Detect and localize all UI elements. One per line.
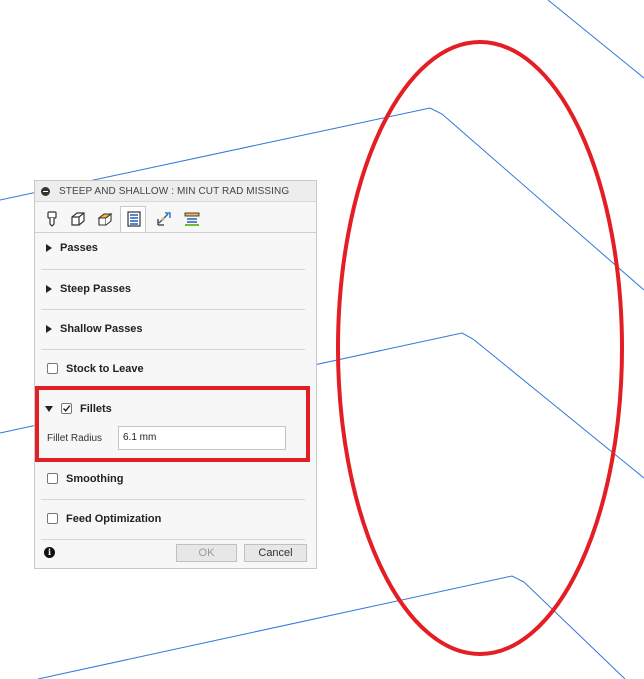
smoothing-checkbox[interactable] [47,473,58,484]
expand-triangle-icon[interactable] [46,244,52,252]
section-steep-passes[interactable]: Steep Passes [41,270,305,310]
toolpath-line-top-right [547,0,644,79]
annotation-ellipse [336,40,624,656]
heights-icon [97,212,113,226]
section-feed-optimization-label: Feed Optimization [66,513,162,525]
multiaxis-icon [184,212,200,226]
section-passes[interactable]: Passes [41,234,305,270]
info-icon[interactable]: i [44,547,55,558]
section-shallow-passes[interactable]: Shallow Passes [41,310,305,350]
tab-multiaxis[interactable] [179,207,205,231]
geometry-icon [71,212,85,226]
dialog-tab-bar [35,203,316,233]
tab-linking[interactable] [151,207,177,231]
collapse-dialog-icon[interactable] [41,187,50,196]
ok-button[interactable]: OK [176,544,237,562]
expand-triangle-icon[interactable] [46,325,52,333]
section-steep-passes-label: Steep Passes [60,283,131,295]
section-smoothing-label: Smoothing [66,473,124,485]
operation-dialog: STEEP AND SHALLOW : MIN CUT RAD MISSING [34,180,317,569]
stock-to-leave-checkbox[interactable] [47,363,58,374]
annotation-highlight-box [35,386,310,462]
section-stock-to-leave-label: Stock to Leave [66,363,144,375]
section-stock-to-leave[interactable]: Stock to Leave [41,350,305,390]
tab-passes[interactable] [120,206,146,232]
expand-triangle-icon[interactable] [46,285,52,293]
section-smoothing[interactable]: Smoothing [41,460,305,500]
feed-optimization-checkbox[interactable] [47,513,58,524]
cancel-button[interactable]: Cancel [244,544,307,562]
dialog-titlebar[interactable]: STEEP AND SHALLOW : MIN CUT RAD MISSING [35,181,316,202]
passes-icon [127,211,141,227]
section-passes-label: Passes [60,242,98,254]
section-feed-optimization[interactable]: Feed Optimization [41,500,305,540]
tab-tool[interactable] [39,207,65,231]
tab-geometry[interactable] [65,207,91,231]
tool-icon [47,211,57,227]
linking-icon [157,212,171,226]
tab-heights[interactable] [92,207,118,231]
section-shallow-passes-label: Shallow Passes [60,323,143,335]
dialog-title: STEEP AND SHALLOW : MIN CUT RAD MISSING [59,186,290,197]
